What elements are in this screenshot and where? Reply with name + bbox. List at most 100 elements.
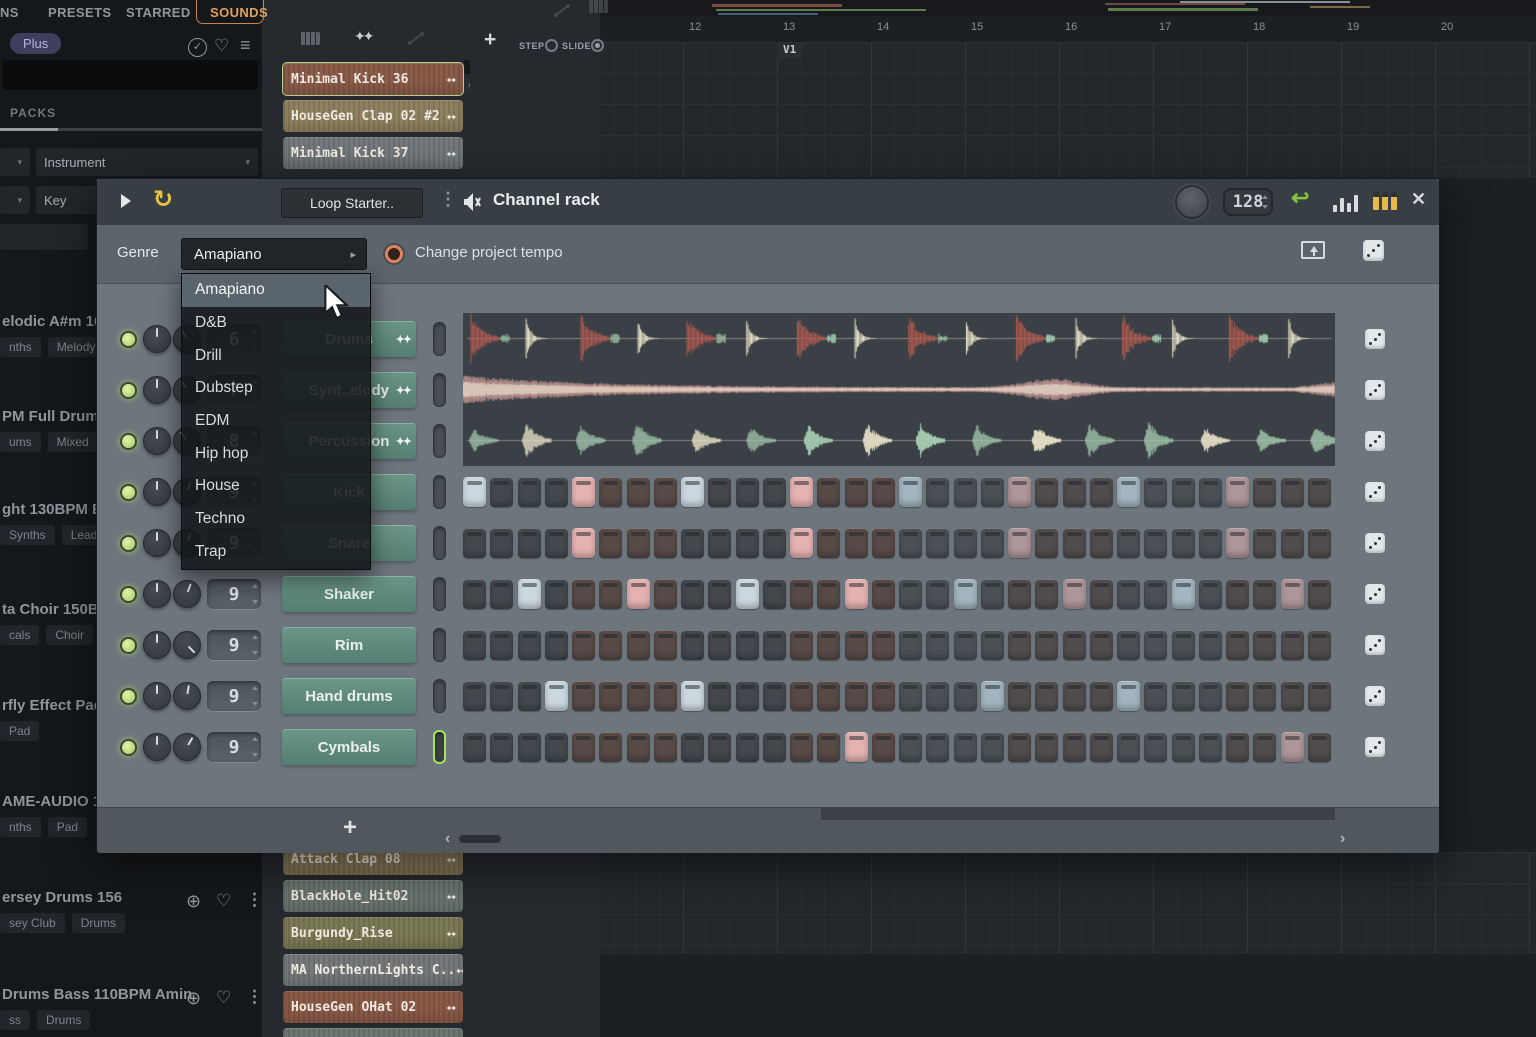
step-button[interactable] xyxy=(599,579,622,609)
step-button[interactable] xyxy=(1226,477,1249,507)
scroll-right-icon[interactable]: › xyxy=(1340,830,1345,848)
step-button[interactable] xyxy=(1199,528,1222,558)
mixer-target-button[interactable] xyxy=(433,577,446,611)
step-button[interactable] xyxy=(736,732,759,762)
step-button[interactable] xyxy=(763,732,786,762)
add-track-button[interactable]: + xyxy=(484,28,496,52)
pan-knob[interactable] xyxy=(143,478,171,506)
playlist-timeline[interactable]: 121314151617181920 xyxy=(600,16,1536,43)
step-button[interactable] xyxy=(899,477,922,507)
step-button[interactable] xyxy=(790,681,813,711)
randomize-dice-button[interactable] xyxy=(1365,584,1385,604)
pan-knob[interactable] xyxy=(143,427,171,455)
step-button[interactable] xyxy=(490,477,513,507)
step-button[interactable] xyxy=(1172,732,1195,762)
channel-name-button[interactable]: Cymbals xyxy=(282,729,416,765)
step-button[interactable] xyxy=(1008,630,1031,660)
step-button[interactable] xyxy=(1308,579,1331,609)
step-button[interactable] xyxy=(926,681,949,711)
filter-mini-dropdown-3[interactable] xyxy=(0,224,88,250)
step-button[interactable] xyxy=(1253,681,1276,711)
tempo-value-display[interactable]: 128 xyxy=(1223,188,1273,216)
step-button[interactable] xyxy=(763,630,786,660)
step-button[interactable] xyxy=(817,681,840,711)
step-button[interactable] xyxy=(518,732,541,762)
step-button[interactable] xyxy=(545,528,568,558)
step-button[interactable] xyxy=(1172,630,1195,660)
step-button[interactable] xyxy=(981,477,1004,507)
channel-enable-led[interactable] xyxy=(120,382,137,399)
randomize-dice-button[interactable] xyxy=(1365,533,1385,553)
close-icon[interactable]: ✕ xyxy=(1411,189,1426,210)
favorite-icon[interactable]: ♡ xyxy=(216,891,231,911)
mixer-target-button[interactable] xyxy=(433,679,446,713)
mixer-target-button[interactable] xyxy=(433,373,446,407)
step-button[interactable] xyxy=(572,630,595,660)
keyboard-editor-icon[interactable] xyxy=(1373,192,1399,210)
step-button[interactable] xyxy=(1199,630,1222,660)
link-view-icon-top[interactable] xyxy=(554,2,571,19)
step-button[interactable] xyxy=(708,681,731,711)
step-button[interactable] xyxy=(1281,681,1304,711)
step-button[interactable] xyxy=(954,630,977,660)
volume-knob[interactable] xyxy=(173,580,201,608)
step-button[interactable] xyxy=(1199,477,1222,507)
step-button[interactable] xyxy=(599,528,622,558)
step-button[interactable] xyxy=(872,477,895,507)
step-button[interactable] xyxy=(681,579,704,609)
sound-tag[interactable]: Choir xyxy=(46,625,93,645)
channel-button[interactable]: IMP K..✦✦ xyxy=(283,1028,463,1037)
step-button[interactable] xyxy=(1281,579,1304,609)
playlist-minimap[interactable] xyxy=(600,0,1536,16)
instrument-dropdown[interactable]: Instrument▾ xyxy=(36,148,258,176)
step-button[interactable] xyxy=(545,477,568,507)
step-button[interactable] xyxy=(1008,681,1031,711)
step-button[interactable] xyxy=(572,579,595,609)
browser-tab-ins[interactable]: INS xyxy=(0,5,19,20)
step-button[interactable] xyxy=(627,630,650,660)
channel-button[interactable]: Burgundy_Rise✦✦ xyxy=(283,917,463,949)
step-button[interactable] xyxy=(872,528,895,558)
step-button[interactable] xyxy=(763,579,786,609)
step-button[interactable] xyxy=(1063,477,1086,507)
step-button[interactable] xyxy=(1090,579,1113,609)
pan-knob[interactable] xyxy=(143,325,171,353)
step-button[interactable] xyxy=(1144,477,1167,507)
pan-knob[interactable] xyxy=(143,733,171,761)
step-button[interactable] xyxy=(654,681,677,711)
mixer-target-button[interactable] xyxy=(433,526,446,560)
graph-editor-icon[interactable] xyxy=(1333,192,1361,212)
step-button[interactable] xyxy=(1117,579,1140,609)
step-button[interactable] xyxy=(572,732,595,762)
step-button[interactable] xyxy=(926,630,949,660)
step-button[interactable] xyxy=(1008,732,1031,762)
step-button[interactable] xyxy=(790,630,813,660)
step-button[interactable] xyxy=(817,477,840,507)
sound-tag[interactable]: Pad xyxy=(48,817,87,837)
step-button[interactable] xyxy=(872,630,895,660)
step-button[interactable] xyxy=(845,579,868,609)
step-button[interactable] xyxy=(926,528,949,558)
step-button[interactable] xyxy=(1308,630,1331,660)
step-button[interactable] xyxy=(954,528,977,558)
genre-dropdown[interactable]: Amapiano▸ xyxy=(181,238,367,270)
play-icon[interactable] xyxy=(121,194,131,208)
genre-menu-item-drill[interactable]: Drill xyxy=(182,339,370,372)
step-button[interactable] xyxy=(627,732,650,762)
step-button[interactable] xyxy=(899,630,922,660)
step-button[interactable] xyxy=(545,732,568,762)
step-button[interactable] xyxy=(1308,681,1331,711)
step-button[interactable] xyxy=(1226,579,1249,609)
step-button[interactable] xyxy=(1008,528,1031,558)
mixer-target-button[interactable] xyxy=(433,475,446,509)
channel-name-button[interactable]: Rim xyxy=(282,627,416,663)
step-button[interactable] xyxy=(681,630,704,660)
link-view-icon[interactable] xyxy=(408,30,425,47)
step-button[interactable] xyxy=(981,630,1004,660)
check-filter-icon[interactable]: ✓ xyxy=(188,38,207,57)
step-button[interactable] xyxy=(845,681,868,711)
step-button[interactable] xyxy=(599,732,622,762)
channel-button[interactable]: Minimal Kick 36✦✦ xyxy=(283,63,463,95)
browser-tab-starred[interactable]: STARRED xyxy=(126,5,191,20)
step-button[interactable] xyxy=(817,528,840,558)
